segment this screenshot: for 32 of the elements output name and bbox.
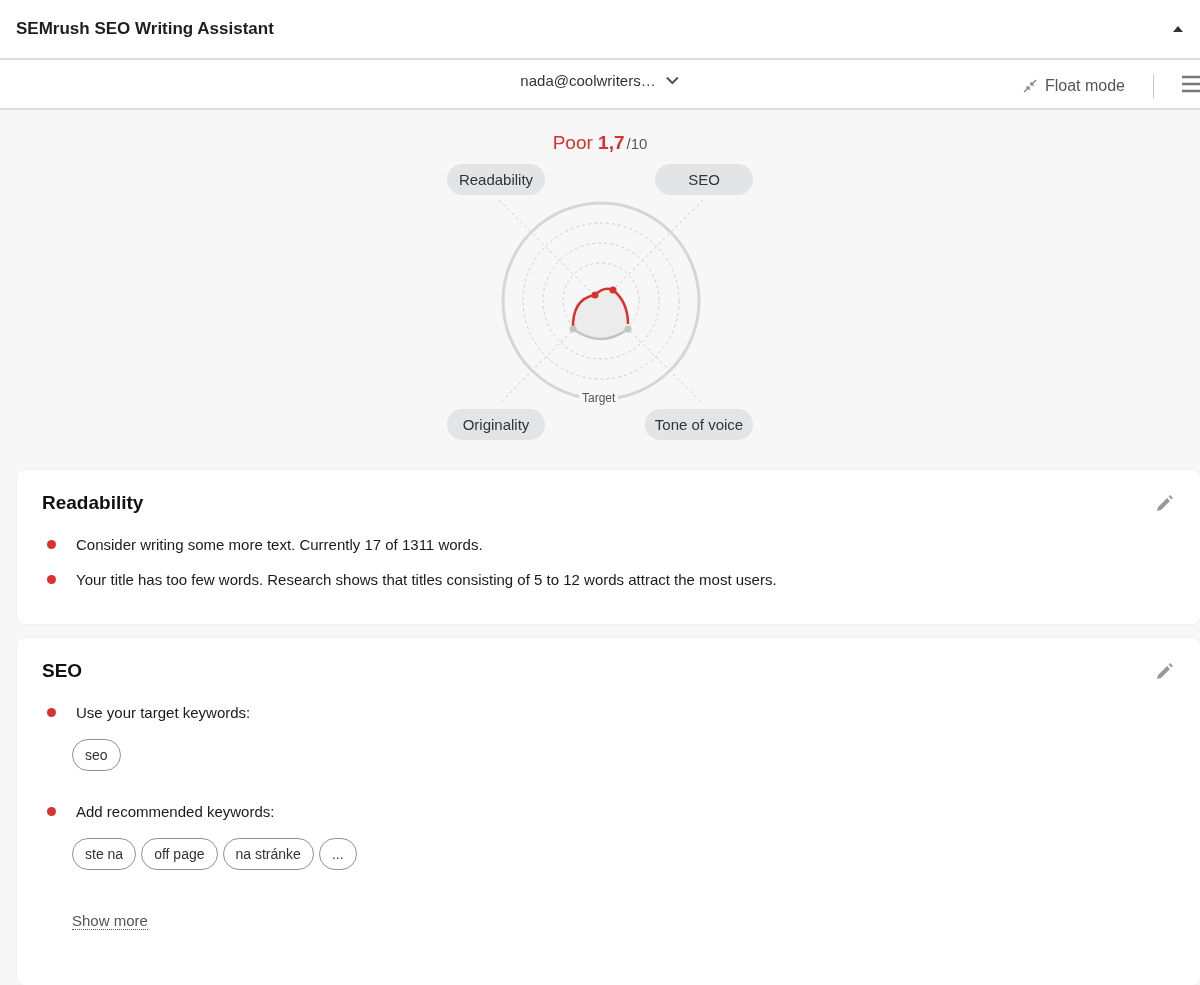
collapse-caret-icon[interactable] — [1172, 24, 1184, 34]
minimize-arrows-icon — [1022, 79, 1037, 93]
card-title: Readability — [42, 492, 144, 514]
issue-text: Use your target keywords: — [76, 704, 251, 721]
chevron-down-icon — [665, 76, 680, 85]
status-dot — [47, 540, 56, 549]
account-dropdown[interactable]: nada@coolwriters… — [520, 72, 680, 89]
issue-text: Consider writing some more text. Currently 17 of 1311 words. — [76, 536, 483, 553]
menu-icon[interactable] — [1182, 74, 1200, 94]
score-point — [609, 286, 617, 294]
score-rating: Poor 1,7/10 — [551, 132, 649, 154]
score-point — [569, 325, 577, 333]
status-dot — [47, 575, 56, 584]
axis-label: Readability — [447, 164, 545, 195]
axis-label: Originality — [447, 409, 545, 440]
axis-label: Tone of voice — [645, 409, 753, 440]
axis-label: SEO — [655, 164, 753, 195]
window-title: SEMrush SEO Writing Assistant — [16, 19, 274, 39]
card-title: SEO — [42, 660, 83, 682]
target-label: Target — [579, 391, 619, 405]
score-area — [573, 288, 628, 339]
score-point — [591, 291, 599, 299]
issue-text: Your title has too few words. Research shows that titles consisting of 5 to 12 words attract the most users. — [76, 571, 777, 588]
issue-text: Add recommended keywords: — [76, 803, 275, 820]
score-line — [571, 287, 630, 329]
pencil-icon[interactable] — [1155, 661, 1175, 681]
float-mode-button[interactable]: Float mode — [1022, 74, 1154, 98]
pencil-icon[interactable] — [1155, 493, 1175, 513]
score-point — [624, 325, 632, 333]
status-dot — [47, 708, 56, 717]
show-more-link[interactable]: Show more — [72, 912, 148, 930]
status-dot — [47, 807, 56, 816]
